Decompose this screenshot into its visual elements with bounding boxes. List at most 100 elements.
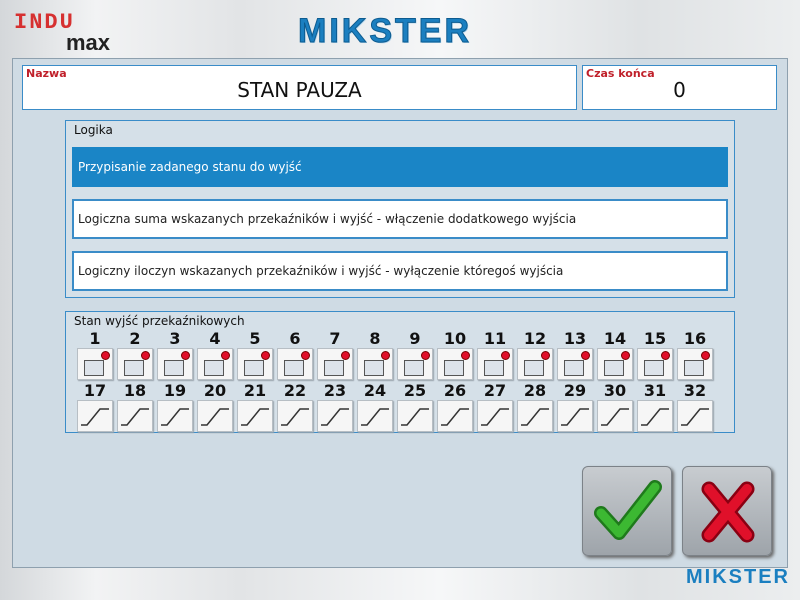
relay-output[interactable]: 32 (676, 382, 714, 432)
relay-off-icon (357, 400, 393, 432)
device-glyph-icon (684, 360, 704, 376)
device-glyph-icon (204, 360, 224, 376)
relay-off-icon (77, 400, 113, 432)
relay-output[interactable]: 29 (556, 382, 594, 432)
relay-title: Stan wyjść przekaźnikowych (74, 314, 245, 328)
relay-off-icon (517, 400, 553, 432)
relay-number: 20 (203, 381, 227, 400)
cancel-button[interactable] (682, 466, 772, 556)
relay-off-icon (477, 400, 513, 432)
relay-device-icon (397, 348, 433, 380)
relay-number: 2 (129, 329, 141, 348)
switch-off-icon (161, 408, 189, 426)
footer-brand-logo: MIKSTER (686, 566, 790, 588)
switch-off-icon (641, 408, 669, 426)
relay-off-icon (117, 400, 153, 432)
logic-option-sum[interactable]: Logiczna suma wskazanych przekaźników i … (72, 199, 728, 239)
ok-button[interactable] (582, 466, 672, 556)
status-dot-icon (461, 351, 470, 360)
relay-number: 9 (409, 329, 421, 348)
relay-output[interactable]: 6 (276, 330, 314, 380)
relay-off-icon (237, 400, 273, 432)
relay-output[interactable]: 9 (396, 330, 434, 380)
relay-output[interactable]: 22 (276, 382, 314, 432)
switch-off-icon (521, 408, 549, 426)
device-glyph-icon (244, 360, 264, 376)
cross-icon (701, 481, 755, 543)
relay-number: 32 (683, 381, 707, 400)
relay-output[interactable]: 17 (76, 382, 114, 432)
status-dot-icon (621, 351, 630, 360)
logic-panel: Logika Przypisanie zadanego stanu do wyj… (65, 120, 735, 298)
relay-output[interactable]: 20 (196, 382, 234, 432)
relay-number: 19 (163, 381, 187, 400)
relay-output[interactable]: 30 (596, 382, 634, 432)
switch-off-icon (201, 408, 229, 426)
switch-off-icon (241, 408, 269, 426)
relay-output[interactable]: 19 (156, 382, 194, 432)
relay-output[interactable]: 5 (236, 330, 274, 380)
relay-number: 15 (643, 329, 667, 348)
relay-output[interactable]: 31 (636, 382, 674, 432)
relay-output[interactable]: 10 (436, 330, 474, 380)
relay-output[interactable]: 18 (116, 382, 154, 432)
status-dot-icon (421, 351, 430, 360)
device-glyph-icon (404, 360, 424, 376)
relay-output[interactable]: 16 (676, 330, 714, 380)
relay-output[interactable]: 21 (236, 382, 274, 432)
device-glyph-icon (324, 360, 344, 376)
relay-output[interactable]: 3 (156, 330, 194, 380)
status-dot-icon (501, 351, 510, 360)
relay-number: 23 (323, 381, 347, 400)
relay-output[interactable]: 26 (436, 382, 474, 432)
relay-off-icon (677, 400, 713, 432)
relay-number: 3 (169, 329, 181, 348)
relay-number: 11 (483, 329, 507, 348)
relay-number: 6 (289, 329, 301, 348)
logic-option-assign[interactable]: Przypisanie zadanego stanu do wyjść (72, 147, 728, 187)
relay-output[interactable]: 1 (76, 330, 114, 380)
end-time-value: 0 (673, 78, 686, 102)
relay-output[interactable]: 25 (396, 382, 434, 432)
relay-off-icon (597, 400, 633, 432)
logic-option-product[interactable]: Logiczny iloczyn wskazanych przekaźników… (72, 251, 728, 291)
relay-number: 30 (603, 381, 627, 400)
relay-number: 24 (363, 381, 387, 400)
relay-number: 18 (123, 381, 147, 400)
logic-option-label: Logiczny iloczyn wskazanych przekaźników… (78, 264, 564, 278)
device-glyph-icon (524, 360, 544, 376)
relay-off-icon (437, 400, 473, 432)
relay-output[interactable]: 23 (316, 382, 354, 432)
relay-output[interactable]: 15 (636, 330, 674, 380)
relay-output[interactable]: 27 (476, 382, 514, 432)
name-box[interactable]: Nazwa STAN PAUZA (22, 65, 577, 110)
relay-output[interactable]: 2 (116, 330, 154, 380)
relay-device-icon (197, 348, 233, 380)
status-dot-icon (541, 351, 550, 360)
switch-off-icon (561, 408, 589, 426)
switch-off-icon (121, 408, 149, 426)
status-dot-icon (301, 351, 310, 360)
relay-output[interactable]: 13 (556, 330, 594, 380)
end-time-box[interactable]: Czas końca 0 (582, 65, 777, 110)
relay-output[interactable]: 8 (356, 330, 394, 380)
logic-title: Logika (74, 123, 113, 137)
relay-device-icon (357, 348, 393, 380)
relay-output[interactable]: 12 (516, 330, 554, 380)
relay-output[interactable]: 28 (516, 382, 554, 432)
relay-device-icon (117, 348, 153, 380)
relay-device-icon (437, 348, 473, 380)
relay-output[interactable]: 11 (476, 330, 514, 380)
relay-off-icon (557, 400, 593, 432)
relay-device-icon (157, 348, 193, 380)
logic-option-label: Przypisanie zadanego stanu do wyjść (78, 160, 302, 174)
switch-off-icon (281, 408, 309, 426)
relay-output[interactable]: 4 (196, 330, 234, 380)
device-glyph-icon (444, 360, 464, 376)
device-glyph-icon (284, 360, 304, 376)
relay-output[interactable]: 7 (316, 330, 354, 380)
relay-number: 8 (369, 329, 381, 348)
relay-output[interactable]: 14 (596, 330, 634, 380)
status-dot-icon (141, 351, 150, 360)
relay-output[interactable]: 24 (356, 382, 394, 432)
